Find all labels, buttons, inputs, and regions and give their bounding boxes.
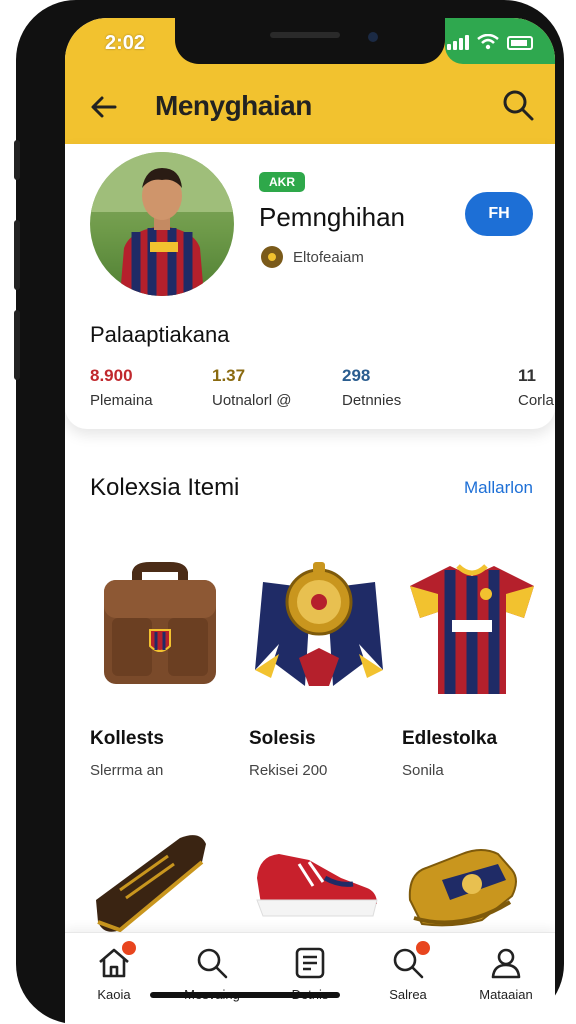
stat-label: Detnnies	[342, 392, 402, 409]
speaker	[270, 32, 340, 38]
collection-item[interactable]: Kollests Slerrma an	[90, 558, 230, 779]
leather-bag-icon	[90, 558, 230, 698]
home-indicator	[150, 992, 340, 998]
status-time: 2:02	[105, 32, 146, 54]
see-all-link[interactable]: Mallarlon	[464, 478, 533, 498]
home-icon	[96, 941, 136, 981]
phone-frame: 2:02 Menyghaian AKR Pemnghihan Eltofeaia…	[14, 0, 564, 1024]
collection-item[interactable]: Edlestolka Sonila	[402, 558, 542, 779]
profile-subtitle: Palaaptiakana	[90, 322, 230, 347]
item-subtitle: Rekisei 200	[249, 762, 328, 779]
list-icon	[292, 945, 328, 981]
player-portrait-icon	[90, 152, 234, 296]
stat-value: 8.900	[90, 366, 133, 385]
item-title: Solesis	[249, 728, 316, 749]
notification-badge	[122, 941, 136, 955]
screen: 2:02 Menyghaian AKR Pemnghihan Eltofeaia…	[65, 18, 555, 1024]
avatar[interactable]	[90, 152, 234, 296]
stat-item[interactable]: 11 Corla	[518, 366, 554, 409]
nav-item-search-2[interactable]: Salrea	[359, 941, 457, 1002]
volume-up-button	[14, 220, 20, 290]
nav-label: Kaoia	[97, 987, 131, 1002]
collection-item[interactable]: Solesis Rekisei 200	[249, 558, 389, 779]
stat-label: Corla	[518, 392, 554, 409]
profile-name: Pemnghihan	[259, 202, 405, 232]
notch	[175, 18, 445, 64]
battery-icon	[507, 36, 533, 50]
stat-label: Uotnalorl @	[212, 392, 292, 409]
status-icons	[447, 34, 533, 50]
notification-badge	[416, 941, 430, 955]
stats-row: 8.900 Plemaina 1.37 Uotnalorl @ 298 Detn…	[90, 366, 555, 416]
search-icon[interactable]	[501, 88, 535, 122]
signal-icon	[447, 35, 469, 50]
item-title: Kollests	[90, 728, 164, 749]
page-title: Menyghaian	[155, 90, 312, 121]
volume-down-button	[14, 310, 20, 380]
nav-item-profile[interactable]: Mataaian	[457, 945, 555, 1002]
stat-item[interactable]: 298 Detnnies	[342, 366, 401, 409]
nav-label: Salrea	[389, 987, 427, 1002]
status-badge: AKR	[259, 172, 305, 192]
stat-item[interactable]: 8.900 Plemaina	[90, 366, 153, 409]
profile-card: AKR Pemnghihan Eltofeaiam FH Palaaptiaka…	[65, 144, 555, 429]
jersey-icon	[402, 558, 542, 698]
nav-item-home[interactable]: Kaoia	[65, 941, 163, 1002]
search-icon	[194, 945, 230, 981]
follow-button[interactable]: FH	[465, 192, 533, 236]
item-subtitle: Sonila	[402, 762, 444, 779]
brand-name: Eltofeaiam	[293, 248, 364, 266]
item-subtitle: Slerrma an	[90, 762, 164, 779]
stat-value: 1.37	[212, 366, 246, 385]
camera	[368, 32, 378, 42]
profile-icon	[488, 945, 524, 981]
wifi-icon	[477, 34, 499, 50]
nav-label: Mataaian	[479, 987, 533, 1002]
item-title: Edlestolka	[402, 728, 498, 749]
bottom-navigation: Kaoia Mesvaing Detnis	[65, 932, 555, 1024]
medal-scarf-icon	[249, 558, 389, 698]
stat-value: 11	[518, 366, 536, 385]
stat-label: Plemaina	[90, 392, 153, 409]
mute-switch	[14, 140, 20, 180]
section-title: Kolexsia Itemi	[90, 474, 240, 501]
stat-value: 298	[342, 366, 371, 385]
brand-logo-icon	[261, 246, 283, 268]
back-arrow-icon[interactable]	[87, 90, 121, 124]
brand-row: Eltofeaiam	[261, 246, 364, 268]
search-icon	[390, 941, 430, 981]
stat-item[interactable]: 1.37 Uotnalorl @	[212, 366, 291, 409]
